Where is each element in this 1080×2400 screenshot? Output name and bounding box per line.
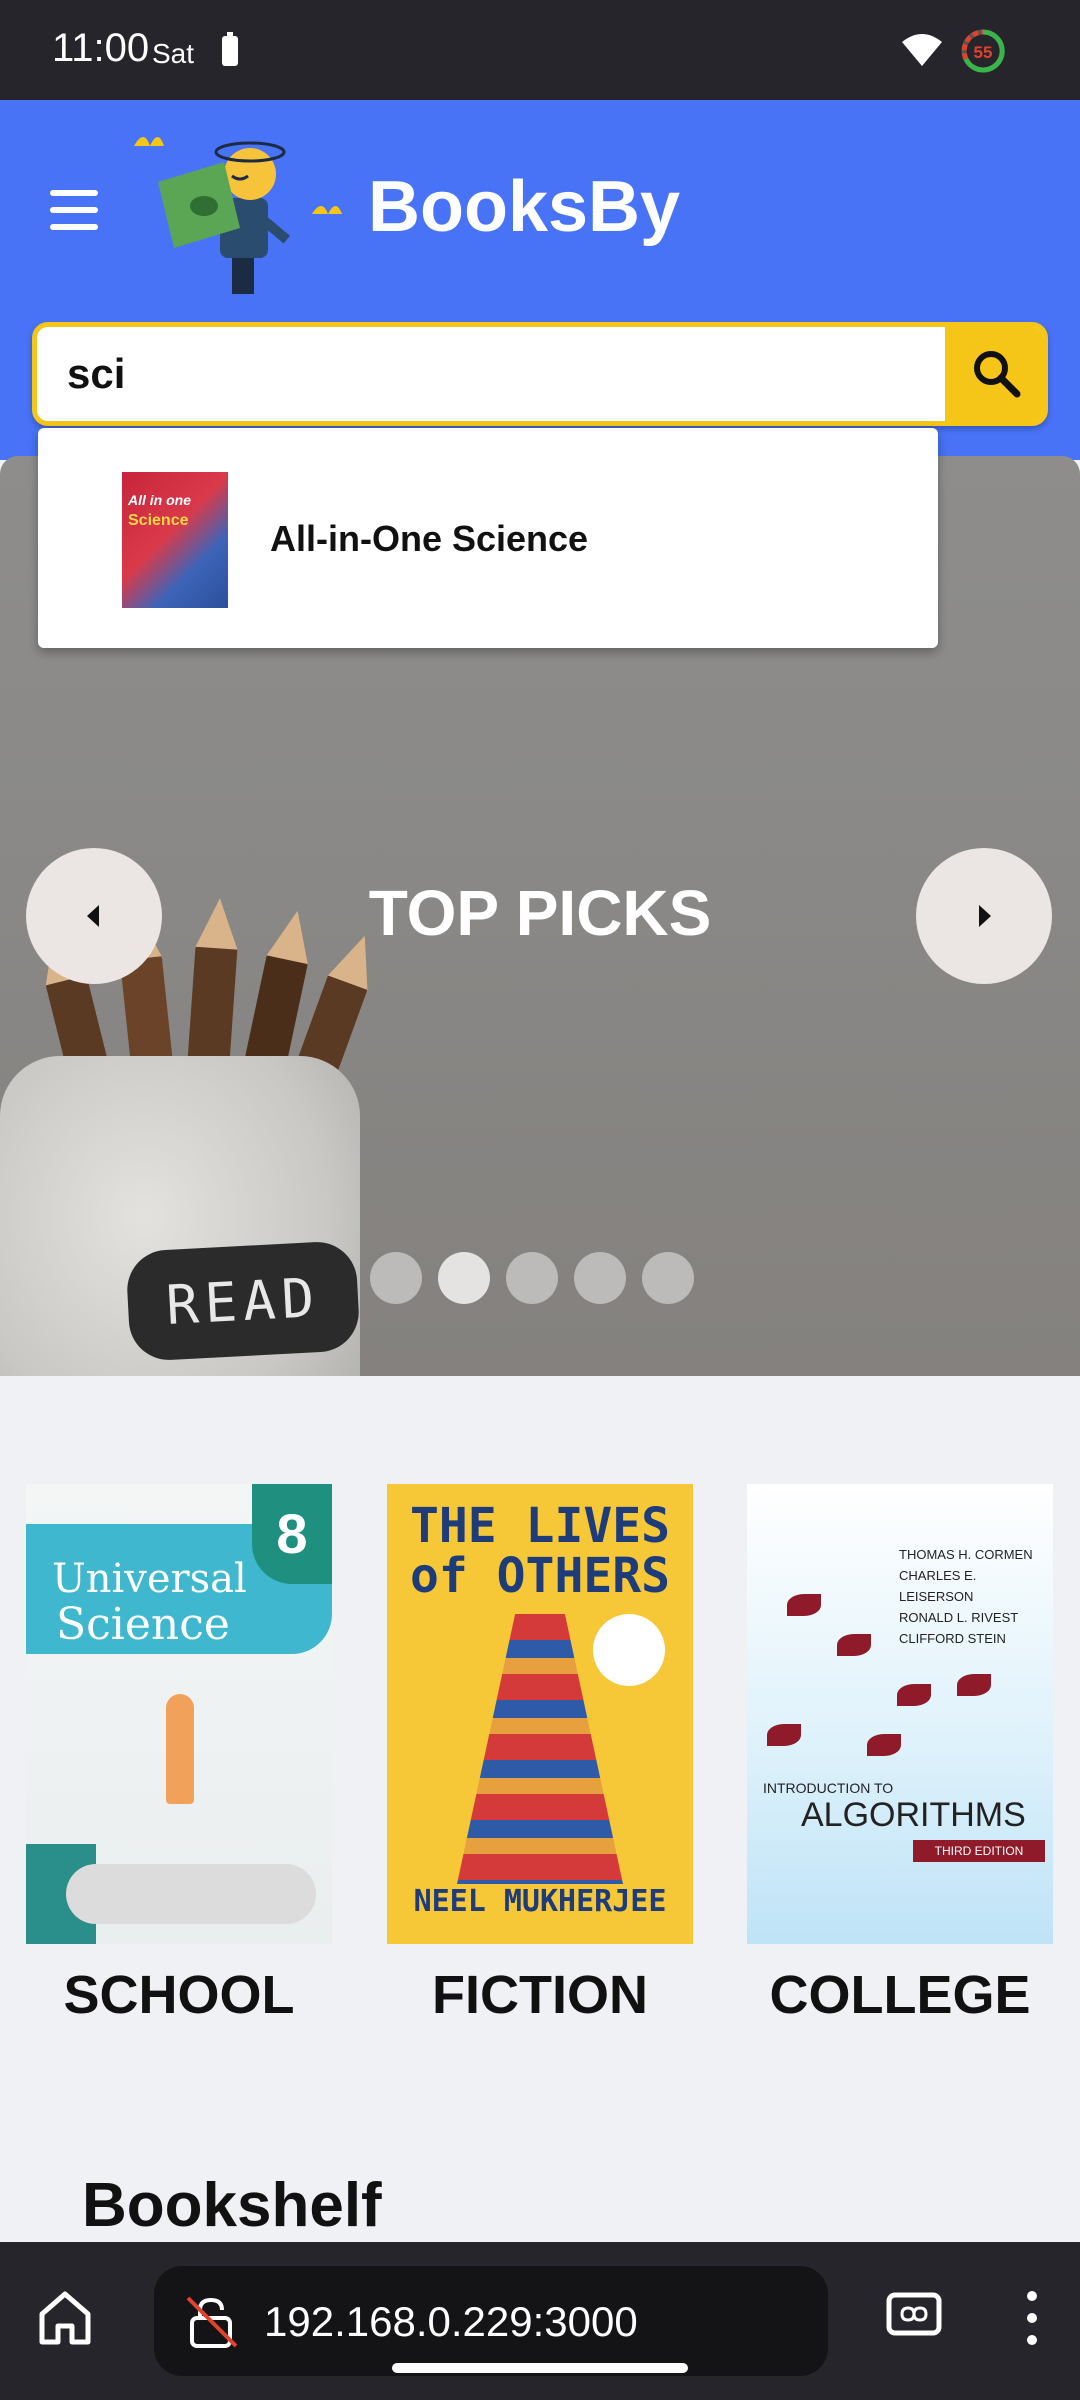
reading-mascot-logo [134, 137, 342, 294]
battery-ring-icon: 55 [961, 29, 1005, 73]
status-bar: 11:00 Sat 55 [0, 0, 1080, 100]
battery-percent: 55 [974, 43, 993, 62]
carousel-dot[interactable] [370, 1252, 422, 1304]
carousel-indicators [370, 1252, 694, 1304]
search-suggestion-item[interactable]: All in one Science All-in-One Science [38, 428, 938, 648]
book-cover-fiction[interactable]: THE LIVES of OTHERS NEEL MUKHERJEE [387, 1484, 693, 1944]
hamburger-menu-icon[interactable] [50, 190, 98, 230]
suggestion-title: All-in-One Science [270, 518, 589, 559]
mobile-leaf [897, 1684, 931, 1706]
grade-badge: 8 [252, 1484, 332, 1584]
cloud-image [66, 1864, 316, 1924]
book-cover-school[interactable]: 8 Universal Science [26, 1484, 332, 1944]
cover-author: RONALD L. RIVEST [899, 1610, 1019, 1625]
cover-author: CLIFFORD STEIN [899, 1631, 1006, 1646]
tabs-switcher-icon[interactable] [886, 2292, 942, 2336]
insecure-lock-icon[interactable] [184, 2294, 240, 2350]
cover-author: THOMAS H. CORMEN [899, 1547, 1033, 1562]
browser-toolbar: 192.168.0.229:3000 [0, 2242, 1080, 2400]
caret-right-icon [979, 905, 991, 927]
category-list: 8 Universal Science SCHOOL THE LIVES of … [0, 1484, 1080, 2044]
more-options-icon[interactable] [1024, 2290, 1040, 2346]
mobile-leaf [837, 1634, 871, 1656]
cover-authors: THOMAS H. CORMEN CHARLES E. LEISERSON RO… [899, 1544, 1053, 1649]
cover-title: Universal [52, 1556, 247, 1602]
rocket-image [166, 1694, 194, 1804]
address-bar[interactable]: 192.168.0.229:3000 [154, 2266, 828, 2376]
cover-text: Science [128, 512, 189, 529]
url-text[interactable]: 192.168.0.229:3000 [264, 2298, 638, 2346]
cover-author: CHARLES E. LEISERSON [899, 1568, 977, 1604]
home-icon[interactable] [34, 2286, 96, 2348]
cover-title: THE LIVES [409, 1498, 671, 1554]
status-time: 11:00 [52, 26, 150, 70]
cover-title: ALGORITHMS [801, 1796, 1026, 1834]
brand-name[interactable]: BooksBy [368, 166, 680, 248]
award-badge [593, 1614, 665, 1686]
category-label[interactable]: FICTION [387, 1964, 693, 2026]
search-button[interactable] [945, 327, 1043, 421]
mobile-leaf [957, 1674, 991, 1696]
caret-left-icon [87, 905, 99, 927]
book-cover-college[interactable]: THOMAS H. CORMEN CHARLES E. LEISERSON RO… [747, 1484, 1053, 1944]
bookshelf-heading: Bookshelf [82, 2171, 382, 2240]
battery-icon [222, 32, 238, 66]
category-label[interactable]: COLLEGE [747, 1964, 1053, 2026]
cover-edition: THIRD EDITION [913, 1840, 1045, 1862]
mobile-leaf [787, 1594, 821, 1616]
book-cover-thumbnail: All in one Science [122, 472, 228, 608]
carousel-dot[interactable] [574, 1252, 626, 1304]
cover-title: of OTHERS [409, 1548, 671, 1604]
wifi-icon [902, 34, 942, 66]
screen: 11:00 Sat 55 BooksBy READ TOP PICKS sci … [0, 0, 1080, 2400]
gesture-handle[interactable] [392, 2363, 688, 2373]
carousel-next-button[interactable] [916, 848, 1052, 984]
jar-label: READ [125, 1240, 361, 1362]
cover-author: NEEL MUKHERJEE [413, 1884, 667, 1919]
category-label[interactable]: SCHOOL [26, 1964, 332, 2026]
carousel-dot-active[interactable] [438, 1252, 490, 1304]
search-input[interactable] [37, 327, 945, 421]
carousel-dot[interactable] [642, 1252, 694, 1304]
mobile-leaf [867, 1734, 901, 1756]
search-bar [32, 322, 1048, 426]
search-icon [973, 351, 1020, 398]
carousel-dot[interactable] [506, 1252, 558, 1304]
category-college[interactable]: THOMAS H. CORMEN CHARLES E. LEISERSON RO… [747, 1484, 1053, 2026]
mobile-leaf [767, 1724, 801, 1746]
cover-title: Science [56, 1599, 230, 1650]
status-day: Sat [152, 38, 195, 69]
carousel-prev-button[interactable] [26, 848, 162, 984]
cover-text: All in one [128, 492, 191, 508]
cover-subtitle: INTRODUCTION TO [763, 1780, 894, 1796]
category-school[interactable]: 8 Universal Science SCHOOL [26, 1484, 332, 2026]
category-fiction[interactable]: THE LIVES of OTHERS NEEL MUKHERJEE FICTI… [387, 1484, 693, 2026]
